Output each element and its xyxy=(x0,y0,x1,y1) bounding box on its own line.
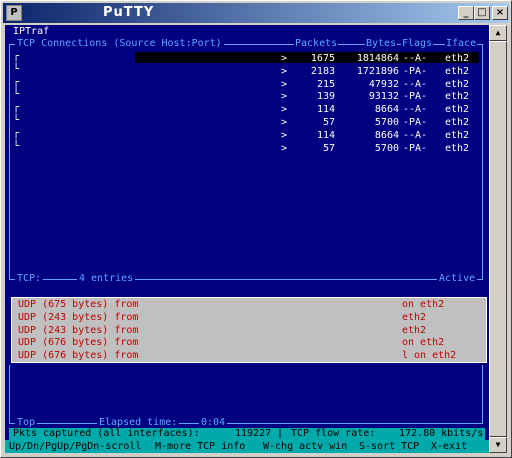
putty-app-icon[interactable]: P xyxy=(6,5,22,21)
iface-cell: eth2 xyxy=(445,129,470,141)
iface-cell: eth2 xyxy=(445,104,470,116)
udp-messages-box[interactable]: UDP (675 bytes) from on eth2 UDP (243 byte… xyxy=(11,297,487,363)
row-arrow: > xyxy=(281,65,288,77)
scroll-thumb[interactable] xyxy=(489,41,507,437)
row-arrow: > xyxy=(281,91,288,103)
window-title: PuTTY xyxy=(103,5,155,20)
scroll-down-button[interactable]: ▼ xyxy=(489,437,507,453)
udp-message-text: UDP (676 bytes) from xyxy=(18,337,139,349)
vertical-scrollbar[interactable]: ▲ ▼ xyxy=(489,25,507,453)
flags-cell: --A- xyxy=(403,78,428,90)
flags-cell: -PA- xyxy=(403,142,428,154)
bytes-cell: 5700 xyxy=(374,117,399,128)
help-more-info: M-more TCP info xyxy=(155,441,246,452)
row-arrow: > xyxy=(281,142,288,154)
help-bar: Up/Dn/PgUp/PgDn-scroll M-more TCP info W… xyxy=(5,440,489,453)
flags-cell: -PA- xyxy=(403,117,428,128)
connection-pair-bracket-icon: ┌ xyxy=(13,76,20,88)
iface-cell: eth2 xyxy=(445,91,470,103)
close-button[interactable]: × xyxy=(492,6,508,20)
bytes-cell: 47932 xyxy=(368,78,399,90)
udp-message-text: UDP (675 bytes) from xyxy=(18,299,139,310)
bytes-cell: 93132 xyxy=(368,91,399,103)
bytes-cell: 5700 xyxy=(374,142,399,154)
row-arrow: > xyxy=(281,53,288,64)
tcp-box-left-border xyxy=(9,44,10,279)
tcp-header-bytes: Bytes xyxy=(365,38,398,51)
putty-window: P PuTTY _ □ × IPTraf TCP Connections (So… xyxy=(0,0,512,458)
udp-message-interface: l on eth2 xyxy=(402,350,457,362)
row-arrow: > xyxy=(281,78,288,90)
packets-cell: 114 xyxy=(316,104,335,116)
bytes-cell: 1721896 xyxy=(356,65,399,77)
iface-cell: eth2 xyxy=(445,53,470,64)
udp-message-interface: on eth2 xyxy=(402,299,445,310)
udp-message-interface: eth2 xyxy=(402,324,427,336)
minimize-button[interactable]: _ xyxy=(458,6,474,20)
tcp-footer-label: TCP: xyxy=(15,273,44,286)
flags-cell: -PA- xyxy=(403,65,428,77)
bytes-cell: 8664 xyxy=(374,104,399,116)
connection-pair-bracket-icon: └ xyxy=(13,89,20,101)
connection-pair-bracket-icon: └ xyxy=(13,115,20,126)
tcp-entry-count: 4 entries xyxy=(77,273,136,286)
other-box-right-border xyxy=(482,365,483,423)
status-separator: | xyxy=(277,428,284,439)
help-sort: S-sort TCP xyxy=(359,441,420,452)
row-arrow: > xyxy=(281,117,288,128)
connection-pair-bracket-icon: ┌ xyxy=(13,102,20,114)
help-scroll: Up/Dn/PgUp/PgDn-scroll xyxy=(9,441,142,452)
app-name: IPTraf xyxy=(13,26,50,37)
pkts-captured-value: 119227 xyxy=(235,428,272,439)
packets-cell: 1675 xyxy=(310,53,335,64)
tcp-header-iface: Iface xyxy=(445,38,478,51)
other-box-left-border xyxy=(9,365,10,423)
connection-pair-bracket-icon: ┌ xyxy=(13,51,20,62)
flow-rate-value: 172.80 kbits/s xyxy=(399,428,484,439)
bytes-cell: 8664 xyxy=(374,129,399,141)
flow-rate-label: TCP flow rate: xyxy=(291,428,376,439)
terminal-area[interactable]: IPTraf TCP Connections (Source Host:Port… xyxy=(5,25,489,453)
packets-cell: 139 xyxy=(316,91,335,103)
help-exit: X-exit xyxy=(431,441,468,452)
flags-cell: -PA- xyxy=(403,91,428,103)
tcp-header-packets: Packets xyxy=(294,38,339,51)
tcp-header-flags: Flags xyxy=(401,38,434,51)
connection-pair-bracket-icon: └ xyxy=(13,140,20,152)
iface-cell: eth2 xyxy=(445,65,470,77)
iface-cell: eth2 xyxy=(445,78,470,90)
flags-cell: --A- xyxy=(403,129,428,141)
pkts-captured-label: Pkts captured (all interfaces): xyxy=(13,428,200,439)
udp-message-text: UDP (243 bytes) from xyxy=(18,311,139,323)
packets-cell: 215 xyxy=(316,78,335,90)
row-arrow: > xyxy=(281,104,288,116)
tcp-header-title: TCP Connections (Source Host:Port) xyxy=(15,38,224,51)
maximize-button[interactable]: □ xyxy=(474,6,490,20)
bytes-cell: 1814864 xyxy=(356,53,399,64)
iface-cell: eth2 xyxy=(445,117,470,128)
help-change-window: W-chg actv win xyxy=(263,441,348,452)
udp-message-text: UDP (676 bytes) from xyxy=(18,350,139,362)
title-bar[interactable]: P PuTTY _ □ × xyxy=(3,3,509,23)
packets-cell: 57 xyxy=(322,117,335,128)
packets-cell: 2183 xyxy=(310,65,335,77)
connection-pair-bracket-icon: └ xyxy=(13,63,20,75)
udp-message-interface: on eth2 xyxy=(402,337,445,349)
tcp-box-right-border xyxy=(482,44,483,279)
packets-cell: 114 xyxy=(316,129,335,141)
status-bar: Pkts captured (all interfaces): 119227 |… xyxy=(9,428,485,440)
flags-cell: --A- xyxy=(403,53,428,64)
scroll-up-button[interactable]: ▲ xyxy=(489,25,507,41)
iface-cell: eth2 xyxy=(445,142,470,154)
tcp-window-state: Active xyxy=(437,273,478,286)
flags-cell: --A- xyxy=(403,104,428,116)
udp-message-text: UDP (243 bytes) from xyxy=(18,324,139,336)
packets-cell: 57 xyxy=(322,142,335,154)
udp-message-interface: eth2 xyxy=(402,311,427,323)
other-box-bottom-border xyxy=(9,423,483,424)
row-arrow: > xyxy=(281,129,288,141)
connection-pair-bracket-icon: ┌ xyxy=(13,127,20,139)
